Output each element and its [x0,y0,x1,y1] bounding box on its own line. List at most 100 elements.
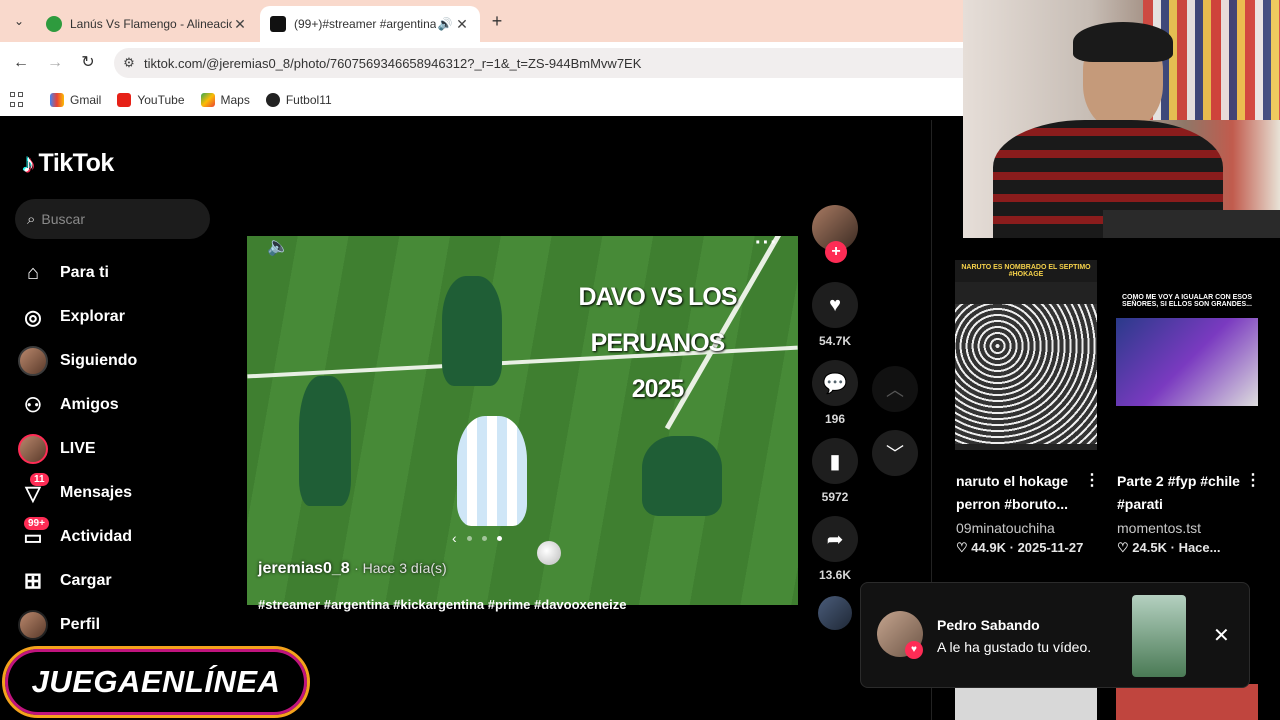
heart-outline-icon: ♡ [1117,540,1129,555]
feed-video-user[interactable]: 09minatouchiha [956,520,1055,536]
sidebar-item-label: Actividad [60,528,133,545]
site-info-icon[interactable]: ⚙ [114,55,144,71]
bookmark-icon[interactable]: ▮ [812,438,858,484]
feed-like-count: 44.9K [971,540,1006,555]
apps-grid-icon[interactable] [10,92,26,108]
feed-video-user[interactable]: momentos.tst [1117,520,1201,536]
like-button[interactable]: ♥ 54.7K [812,282,858,348]
webcam-hair [1073,22,1173,62]
feed-thumbnail[interactable] [1116,684,1258,720]
bookmark-gmail[interactable]: Gmail [50,93,101,107]
sidebar-item-perfil[interactable]: Perfil [18,603,137,647]
post-author[interactable]: jeremias0_8 · Hace 3 día(s) [258,560,447,578]
sidebar-item-live[interactable]: LIVE [18,427,137,471]
next-post-button[interactable]: ﹀ [872,430,918,476]
feed-video-title[interactable]: naruto el hokage perron #boruto... [956,470,1086,516]
close-tab-icon[interactable]: ✕ [454,16,470,33]
share-button[interactable]: ➦ 13.6K [812,516,858,582]
feed-video-title[interactable]: Parte 2 #fyp #chile #parati [1117,470,1247,516]
reload-icon[interactable]: ↻ [77,52,99,74]
like-count: 54.7K [818,334,852,348]
tiktok-logo[interactable]: ♪ TikTok [22,148,114,179]
browser-tab-bar: ⌄ Lanús Vs Flamengo - Alineacion ✕ (99+)… [0,0,963,42]
bookmark-youtube[interactable]: YouTube [117,93,185,107]
sidebar-item-amigos[interactable]: ⚇ Amigos [18,383,137,427]
player-figure [299,376,351,506]
bookmark-maps[interactable]: Maps [200,93,250,107]
chevron-left-icon[interactable]: ‹ [452,530,457,546]
close-tab-icon[interactable]: ✕ [232,16,248,33]
feed-like-count: 24.5K [1132,540,1167,555]
photo-post[interactable]: DAVO VS LOS PERUANOS 2025 🔈 ··· ‹ jeremi… [247,236,798,605]
webcam-overlay [963,0,1280,238]
author-name[interactable]: jeremias0_8 [258,560,350,577]
meta-separator: · [1009,540,1018,555]
sidebar-item-cargar[interactable]: ⊞ Cargar [18,559,137,603]
feed-thumbnail[interactable]: COMO ME VOY A IGUALAR CON ESOS SEÑORES, … [1116,260,1258,450]
sidebar-item-label: Para ti [60,264,109,281]
more-options-icon[interactable]: ⋮ [1084,470,1100,490]
share-count: 13.6K [818,568,852,582]
sidebar-item-label: Amigos [60,396,119,413]
notification-message: A le ha gustado tu vídeo. [937,639,1092,655]
save-button[interactable]: ▮ 5972 [812,438,858,504]
post-hashtags[interactable]: #streamer #argentina #kickargentina #pri… [258,597,627,612]
volume-icon[interactable]: 🔈 [267,236,289,257]
carousel-dots[interactable]: ‹ [447,530,507,546]
player-figure [442,276,502,386]
notification-badge: 99+ [24,517,49,530]
thumbnail-image [955,304,1097,444]
music-avatar[interactable] [818,596,852,630]
comment-icon[interactable]: 💬 [812,360,858,406]
notification-badge: 11 [30,473,49,486]
meta-separator: · [1170,540,1179,555]
close-icon[interactable]: ✕ [1213,623,1230,648]
feed-thumbnail[interactable]: NARUTO ES NOMBRADO EL SEPTIMO #HOKAGE [955,260,1097,450]
brand-text: JUEGAENLÍNEA [31,664,281,699]
gmail-icon [50,93,64,107]
speaker-icon[interactable]: 🔊 [436,17,454,31]
upload-icon: ⊞ [23,568,43,593]
tab-tiktok[interactable]: (99+)#streamer #argentina 🔊 ✕ [260,6,480,42]
post-headline: DAVO VS LOS PERUANOS 2025 [517,274,798,412]
sidebar-item-actividad[interactable]: ▭ 99+ Actividad [18,515,137,559]
sidebar-item-label: Siguiendo [60,352,138,369]
sidebar-item-mensajes[interactable]: ▽ 11 Mensajes [18,471,137,515]
more-options-icon[interactable]: ··· [755,236,778,255]
bookmark-futbol11[interactable]: Futbol11 [265,93,332,107]
new-tab-button[interactable]: + [486,10,508,32]
headline-line: DAVO VS LOS PERUANOS [578,283,737,357]
tab-lanus-flamengo[interactable]: Lanús Vs Flamengo - Alineacion ✕ [36,6,258,42]
follow-plus-icon[interactable]: + [825,241,847,263]
share-icon[interactable]: ➦ [812,516,858,562]
search-input[interactable]: ⌕ Buscar [15,199,210,239]
previous-post-button[interactable]: ︿ [872,366,918,412]
tab-title: Lanús Vs Flamengo - Alineacion [70,17,232,31]
more-options-icon[interactable]: ⋮ [1245,470,1261,490]
sidebar-item-label: Perfil [60,616,101,633]
thumbnail-caption: NARUTO ES NOMBRADO EL SEPTIMO #HOKAGE [955,260,1097,282]
forward-arrow-icon[interactable]: → [44,52,66,74]
search-icon: ⌕ [27,210,36,228]
sidebar-item-para-ti[interactable]: ⌂ Para ti [18,251,137,295]
save-count: 5972 [821,490,849,504]
heart-icon[interactable]: ♥ [812,282,858,328]
sidebar-item-explorar[interactable]: ◎ Explorar [18,295,137,339]
back-arrow-icon[interactable]: ← [10,52,32,74]
feed-video-meta: ♡ 44.9K · 2025-11-27 [956,540,1083,556]
author-avatar[interactable]: + [812,205,858,263]
friends-icon: ⚇ [24,394,42,417]
notification-thumbnail[interactable] [1132,595,1186,677]
sidebar-item-siguiendo[interactable]: Siguiendo [18,339,137,383]
like-notification[interactable]: ♥ Pedro Sabando A le ha gustado tu vídeo… [860,582,1250,688]
url-text: tiktok.com/@jeremias0_8/photo/7607569346… [144,55,642,71]
comment-button[interactable]: 💬 196 [812,360,858,426]
player-figure [642,436,722,516]
headline-line: 2025 [631,375,685,403]
webcam-keyboard [1103,210,1280,238]
feed-thumbnail[interactable] [955,684,1097,720]
tab-title: (99+)#streamer #argentina [294,17,436,31]
feed-date: Hace... [1178,540,1221,555]
address-bar[interactable]: ⚙ tiktok.com/@jeremias0_8/photo/76075693… [114,48,963,78]
tab-search-chevron-icon[interactable]: ⌄ [8,10,30,32]
